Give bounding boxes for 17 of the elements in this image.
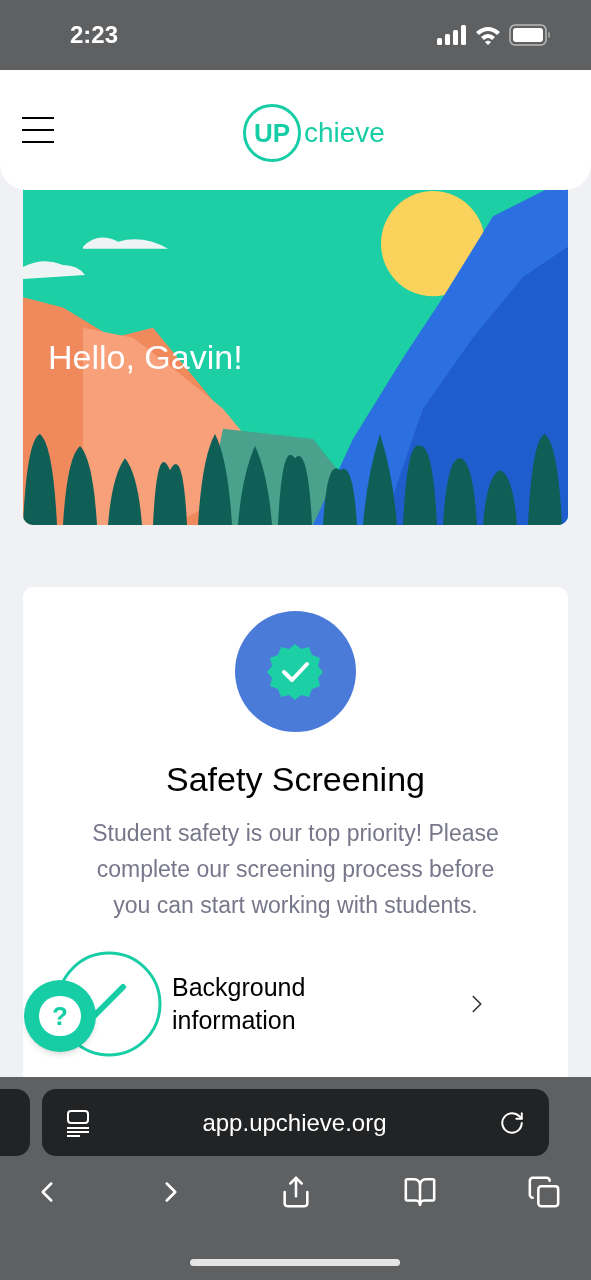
tabs-icon[interactable] <box>527 1175 561 1209</box>
reload-icon[interactable] <box>499 1109 525 1136</box>
url-text: app.upchieve.org <box>201 1107 388 1138</box>
signal-icon <box>437 25 467 45</box>
verified-badge-icon <box>235 611 356 732</box>
card-title: Safety Screening <box>166 759 425 800</box>
card-description: Student safety is our top priority! Please complete our screening process before you can start working with students. <box>91 819 500 920</box>
logo-text: chieve <box>304 116 385 150</box>
status-time: 2:23 <box>70 20 119 50</box>
wifi-icon <box>475 25 501 45</box>
logo-mark: UP <box>243 104 301 162</box>
step-label: Background information <box>172 972 307 1036</box>
address-bar[interactable]: app.upchieve.org <box>42 1089 549 1156</box>
menu-button[interactable] <box>22 117 54 143</box>
battery-icon <box>509 24 551 46</box>
reader-icon[interactable] <box>66 1108 90 1137</box>
bookmarks-icon[interactable] <box>402 1175 437 1209</box>
